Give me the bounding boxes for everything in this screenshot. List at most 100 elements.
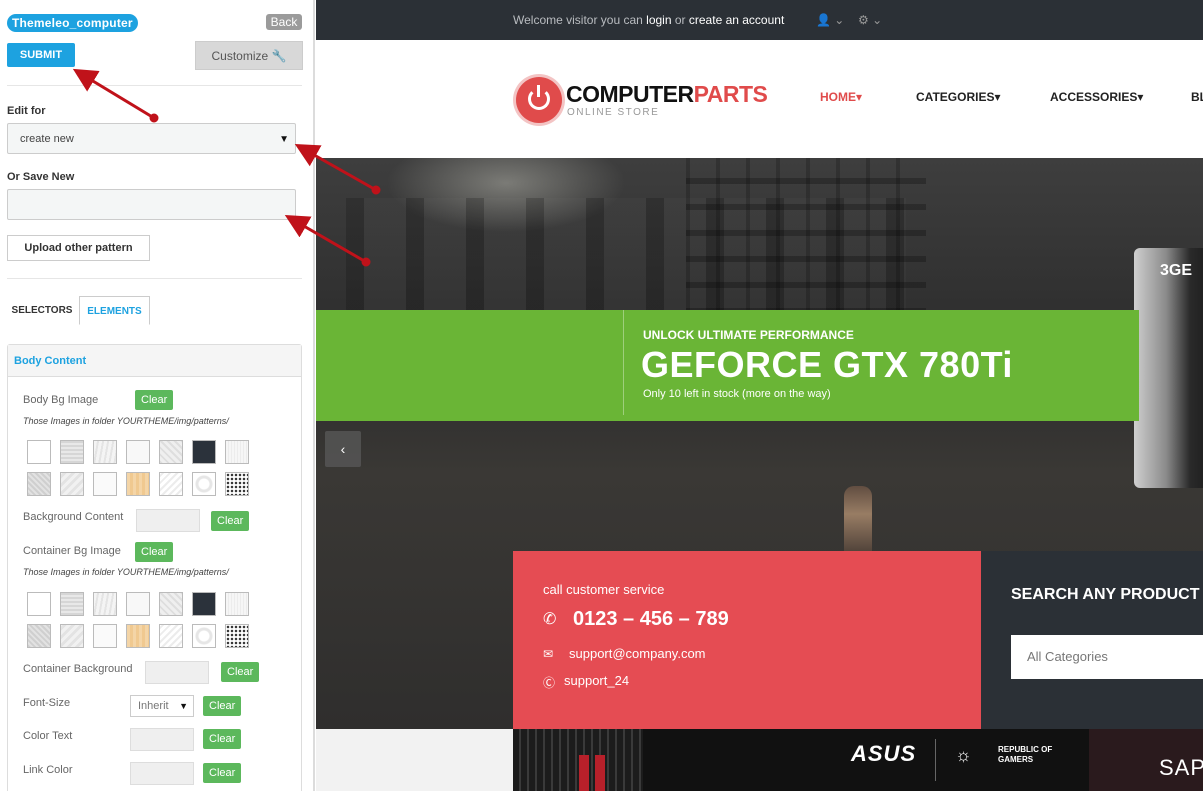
- logo-subtitle: ONLINE STORE: [567, 107, 660, 118]
- pattern-swatch[interactable]: [126, 440, 150, 464]
- pattern-swatch[interactable]: [225, 592, 249, 616]
- tab-selectors[interactable]: SELECTORS: [7, 296, 77, 325]
- clear-button[interactable]: Clear: [203, 729, 242, 749]
- banner-title[interactable]: GEFORCE GTX 780Ti: [641, 344, 1013, 386]
- hero-figure-image: [844, 486, 872, 556]
- bottom-promo-strip: ASUS ☼ REPUBLIC OF GAMERS SAPP: [513, 729, 1203, 791]
- customize-label: Customize: [211, 49, 269, 63]
- back-button[interactable]: Back: [266, 14, 302, 30]
- nav-categories[interactable]: CATEGORIES▾: [916, 90, 1000, 104]
- graphics-card-image: 3GE: [1134, 248, 1203, 488]
- envelope-icon: ✉: [543, 647, 554, 661]
- pattern-swatch[interactable]: [27, 624, 51, 648]
- nav-blog-partial[interactable]: BL: [1191, 90, 1203, 104]
- motherboard-slot: [595, 755, 605, 791]
- pattern-swatch[interactable]: [159, 624, 183, 648]
- gear-icon[interactable]: ⚙ ⌄: [858, 0, 882, 40]
- clear-button[interactable]: Clear: [135, 542, 174, 562]
- clear-button[interactable]: Clear: [211, 511, 250, 531]
- skype-icon: Ⓒ: [543, 676, 556, 690]
- support-email[interactable]: support@company.com: [569, 646, 706, 661]
- pattern-swatch[interactable]: [192, 624, 216, 648]
- nav-home[interactable]: HOME▾: [820, 90, 862, 104]
- font-size-select[interactable]: Inherit ▼: [130, 695, 194, 717]
- welcome-text: Welcome visitor you can login or create …: [513, 0, 784, 40]
- site-logo[interactable]: COMPUTERPARTS: [566, 82, 768, 106]
- pattern-swatch[interactable]: [60, 472, 84, 496]
- nav-accessories[interactable]: ACCESSORIES▾: [1050, 90, 1143, 104]
- background-content-color-input[interactable]: [136, 509, 200, 532]
- site-preview: Welcome visitor you can login or create …: [316, 0, 1203, 791]
- divider: [623, 310, 624, 415]
- user-icon[interactable]: 👤 ⌄: [816, 0, 844, 40]
- pattern-swatch[interactable]: [159, 592, 183, 616]
- graphics-card-label: 3GE: [1160, 262, 1193, 279]
- link-color-label: Link Color: [23, 764, 73, 776]
- pattern-swatch[interactable]: [225, 472, 249, 496]
- dropdown-caret-icon: ▼: [279, 134, 289, 145]
- link-color-input[interactable]: [130, 762, 194, 785]
- sapphire-text: SAPP: [1159, 755, 1203, 780]
- edit-for-label: Edit for: [7, 105, 46, 117]
- motherboard-image: [513, 729, 643, 791]
- pattern-swatch[interactable]: [126, 472, 150, 496]
- pattern-swatch[interactable]: [126, 624, 150, 648]
- pattern-swatch[interactable]: [192, 440, 216, 464]
- banner-kicker: UNLOCK ULTIMATE PERFORMANCE: [643, 328, 854, 342]
- pattern-swatch[interactable]: [27, 440, 51, 464]
- edit-for-value: create new: [20, 133, 74, 145]
- pattern-swatch[interactable]: [225, 624, 249, 648]
- body-content-header[interactable]: Body Content: [8, 345, 301, 377]
- upload-pattern-button[interactable]: Upload other pattern: [7, 235, 150, 261]
- edit-for-select[interactable]: create new ▼: [7, 123, 296, 154]
- rog-logo-text: REPUBLIC OF GAMERS: [998, 745, 1053, 764]
- call-service-label: call customer service: [543, 582, 665, 597]
- submit-button[interactable]: SUBMIT: [7, 43, 75, 67]
- pattern-swatch[interactable]: [60, 592, 84, 616]
- save-new-input[interactable]: [7, 189, 296, 220]
- pattern-swatch[interactable]: [225, 440, 249, 464]
- body-bg-image-label: Body Bg Image: [23, 394, 99, 406]
- customize-button[interactable]: Customize 🔧: [195, 41, 303, 70]
- pattern-folder-note: Those Images in folder YOURTHEME/img/pat…: [23, 567, 229, 577]
- color-text-label: Color Text: [23, 730, 73, 742]
- category-select[interactable]: All Categories: [1011, 635, 1203, 679]
- promo-banner: UNLOCK ULTIMATE PERFORMANCE GEFORCE GTX …: [316, 310, 1139, 421]
- or-text: or: [674, 13, 686, 27]
- pattern-swatch[interactable]: [60, 624, 84, 648]
- top-bar: Welcome visitor you can login or create …: [316, 0, 1203, 40]
- pattern-swatch[interactable]: [93, 440, 117, 464]
- pattern-swatch[interactable]: [27, 592, 51, 616]
- pattern-swatch[interactable]: [159, 440, 183, 464]
- pattern-swatch[interactable]: [192, 592, 216, 616]
- pattern-swatch[interactable]: [93, 592, 117, 616]
- phone-number: 0123 – 456 – 789: [573, 608, 729, 630]
- clear-button[interactable]: Clear: [221, 662, 260, 682]
- pattern-swatch[interactable]: [159, 472, 183, 496]
- pattern-swatch[interactable]: [60, 440, 84, 464]
- clear-button[interactable]: Clear: [203, 763, 242, 783]
- pattern-swatch[interactable]: [93, 624, 117, 648]
- theme-name-badge[interactable]: Themeleo_computer: [7, 14, 138, 32]
- customer-service-box: call customer service ✆ 0123 – 456 – 789…: [513, 551, 981, 729]
- pattern-swatch[interactable]: [27, 472, 51, 496]
- color-text-input[interactable]: [130, 728, 194, 751]
- tab-elements[interactable]: ELEMENTS: [79, 296, 150, 325]
- pattern-swatch[interactable]: [126, 592, 150, 616]
- login-link[interactable]: login: [646, 13, 671, 27]
- slider-prev-arrow-icon[interactable]: ‹: [325, 431, 361, 467]
- clear-button[interactable]: Clear: [135, 390, 174, 410]
- pattern-swatch[interactable]: [192, 472, 216, 496]
- power-logo-icon[interactable]: [516, 77, 562, 123]
- create-account-link[interactable]: create an account: [689, 13, 784, 27]
- clear-button[interactable]: Clear: [203, 696, 242, 716]
- support-skype[interactable]: support_24: [564, 673, 629, 688]
- container-background-color-input[interactable]: [145, 661, 209, 684]
- font-size-value: Inherit: [138, 700, 169, 712]
- body-pattern-grid: [27, 440, 249, 496]
- banner-subtitle: Only 10 left in stock (more on the way): [643, 388, 831, 400]
- sapphire-banner: SAPP: [1089, 729, 1203, 791]
- container-background-label: Container Background: [23, 663, 133, 675]
- pattern-folder-note: Those Images in folder YOURTHEME/img/pat…: [23, 416, 229, 426]
- pattern-swatch[interactable]: [93, 472, 117, 496]
